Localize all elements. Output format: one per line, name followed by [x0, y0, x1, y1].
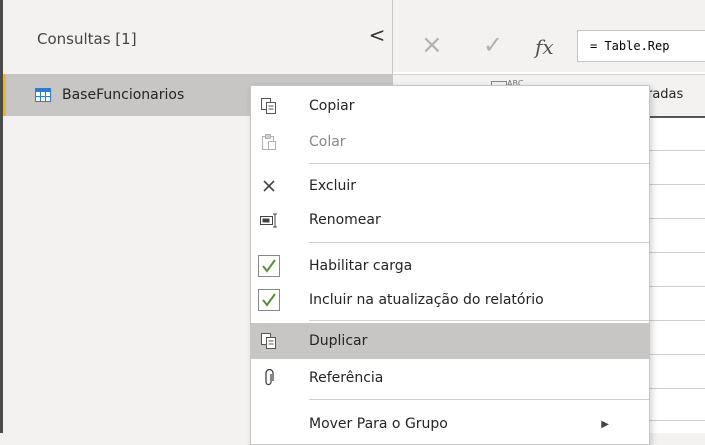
menu-item-label: Duplicar	[309, 333, 368, 349]
menu-item-mover-para-grupo[interactable]: Mover Para o Grupo ▶	[251, 406, 649, 442]
submenu-arrow-icon: ▶	[601, 418, 609, 430]
menu-separator	[309, 399, 649, 400]
queries-pane-title: Consultas [1]	[37, 30, 137, 48]
context-menu: Copiar Colar Excluir Renomear Habilitar …	[250, 85, 650, 445]
menu-item-colar[interactable]: Colar	[251, 124, 649, 160]
formula-bar: × ✓ fx = Table.Rep	[393, 0, 705, 72]
menu-item-incluir-atualizacao[interactable]: Incluir na atualização do relatório	[251, 282, 649, 318]
collapse-pane-button[interactable]: <	[367, 24, 387, 46]
rename-icon	[259, 210, 279, 230]
menu-item-habilitar-carga[interactable]: Habilitar carga	[251, 248, 649, 284]
insert-function-button[interactable]: fx	[535, 34, 554, 60]
checkbox-icon[interactable]	[258, 255, 280, 277]
confirm-formula-button[interactable]: ✓	[483, 32, 503, 58]
menu-item-label: Incluir na atualização do relatório	[309, 292, 544, 308]
formula-input[interactable]: = Table.Rep	[577, 30, 705, 62]
menu-separator	[309, 242, 649, 243]
copy-icon	[259, 96, 279, 116]
menu-item-duplicar[interactable]: Duplicar	[251, 323, 649, 359]
duplicate-icon	[259, 331, 279, 351]
query-item-label: BaseFuncionarios	[62, 87, 185, 103]
menu-item-label: Renomear	[309, 212, 381, 228]
delete-icon	[259, 176, 279, 196]
menu-separator	[309, 163, 649, 164]
menu-item-label: Excluir	[309, 178, 356, 194]
menu-item-label: Colar	[309, 134, 346, 150]
cancel-formula-button[interactable]: ×	[421, 32, 443, 58]
menu-separator	[309, 320, 649, 321]
menu-item-referencia[interactable]: Referência	[251, 360, 649, 396]
menu-item-label: Habilitar carga	[309, 258, 413, 274]
menu-item-copiar[interactable]: Copiar	[251, 88, 649, 124]
reference-icon	[259, 368, 279, 388]
menu-item-label: Mover Para o Grupo	[309, 416, 448, 432]
paste-icon	[259, 132, 279, 152]
menu-item-excluir[interactable]: Excluir	[251, 168, 649, 204]
menu-item-label: Copiar	[309, 98, 355, 114]
table-icon	[35, 88, 51, 102]
menu-item-renomear[interactable]: Renomear	[251, 202, 649, 238]
checkbox-icon[interactable]	[258, 289, 280, 311]
menu-item-label: Referência	[309, 370, 384, 386]
